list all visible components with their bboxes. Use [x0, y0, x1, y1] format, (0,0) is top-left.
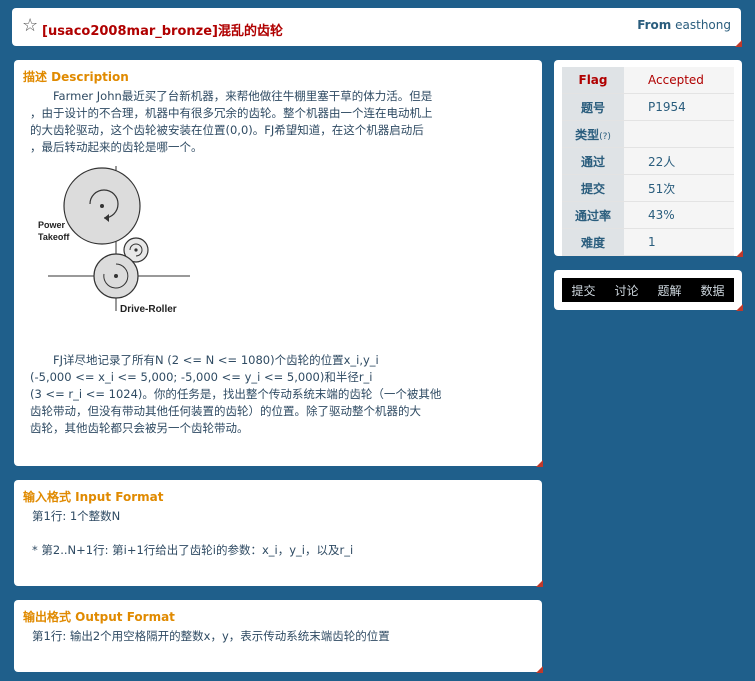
nav-submit-link[interactable]: 提交 [571, 282, 595, 299]
nav-discuss-link[interactable]: 讨论 [614, 282, 638, 299]
info-row-submissions: 提交 51次 [562, 174, 734, 202]
info-row-type: 类型(?) [562, 120, 734, 148]
input-format-title: 输入格式 Input Format [23, 490, 164, 504]
gear-diagram: Power Takeoff Drive-Roller [38, 166, 190, 315]
from-user-link[interactable]: easthong [675, 18, 731, 32]
nav-solutions-link[interactable]: 题解 [657, 282, 681, 299]
corner-mark [536, 666, 543, 673]
nav-data-link[interactable]: 数据 [700, 282, 724, 299]
action-nav-bar: 提交 讨论 题解 数据 [562, 278, 734, 302]
info-row-pass-rate: 通过率 43% [562, 201, 734, 229]
output-format-line1: 第1行: 输出2个用空格隔开的整数x，y，表示传动系统末端齿轮的位置 [32, 629, 390, 643]
corner-mark [736, 250, 743, 257]
label-drive-roller: Drive-Roller [120, 304, 177, 315]
corner-mark [536, 460, 543, 467]
info-row-passed: 通过 22人 [562, 147, 734, 175]
input-format-line2: * 第2..N+1行: 第i+1行给出了齿轮i的参数：x_i，y_i，以及r_i [32, 543, 354, 557]
output-format-panel: 输出格式 Output Format 第1行: 输出2个用空格隔开的整数x，y，… [14, 600, 543, 673]
from-label: From [637, 18, 672, 32]
corner-mark [736, 304, 743, 311]
description-panel: 描述 Description Farmer John最近买了台新机器，来帮他做往… [14, 60, 543, 467]
title-bar: ☆ [usaco2008mar_bronze]混乱的齿轮 From eastho… [12, 8, 742, 47]
info-row-difficulty: 难度 1 [562, 228, 734, 256]
label-power: Power [38, 220, 66, 230]
star-icon[interactable]: ☆ [22, 15, 38, 36]
problem-info-table: Flag Accepted 题号 P1954 类型(?) 通过 22人 提交 5… [562, 67, 734, 256]
type-help-link[interactable]: (?) [599, 132, 611, 142]
output-format-title: 输出格式 Output Format [23, 610, 175, 624]
info-row-flag: Flag Accepted [562, 67, 734, 94]
action-nav-panel: 提交 讨论 题解 数据 [554, 270, 743, 311]
input-format-line1: 第1行: 1个整数N [32, 509, 121, 523]
corner-mark [735, 40, 742, 47]
label-takeoff: Takeoff [38, 232, 70, 242]
from-info: From easthong [637, 18, 731, 32]
corner-mark [536, 580, 543, 587]
flag-status: Accepted [624, 67, 734, 94]
info-row-id: 题号 P1954 [562, 93, 734, 121]
problem-title: [usaco2008mar_bronze]混乱的齿轮 [42, 24, 283, 39]
description-para1: Farmer John最近买了台新机器，来帮他做往牛棚里塞干草的体力活。但是 ，… [30, 89, 433, 154]
description-para2: FJ详尽地记录了所有N (2 <= N <= 1080)个齿轮的位置x_i,y_… [30, 353, 442, 435]
description-title: 描述 Description [23, 70, 129, 84]
problem-info-panel: Flag Accepted 题号 P1954 类型(?) 通过 22人 提交 5… [554, 60, 743, 257]
input-format-panel: 输入格式 Input Format 第1行: 1个整数N * 第2..N+1行:… [14, 480, 543, 587]
